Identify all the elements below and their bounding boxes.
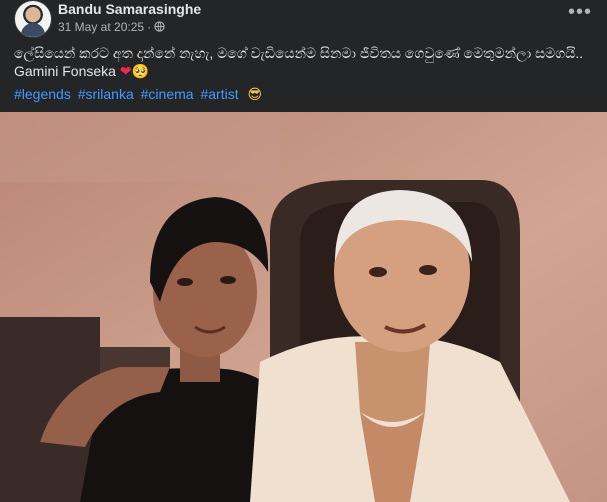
meta-separator: · bbox=[147, 20, 152, 34]
post-meta: 31 May at 20:25 · bbox=[58, 20, 165, 34]
photo-illustration bbox=[0, 112, 607, 502]
sunglasses-icon: 😎 bbox=[247, 86, 263, 102]
author-name[interactable]: Bandu Samarasinghe bbox=[58, 1, 201, 17]
post-photo[interactable] bbox=[0, 112, 607, 502]
post-caption: ලේසියෙන් කරට අත දාන්නේ නැහැ, මගේ වැඩියෙන… bbox=[14, 44, 594, 80]
post-header: Bandu Samarasinghe 31 May at 20:25 · ••• bbox=[14, 0, 594, 40]
pleading-face-icon: 🥺 bbox=[131, 63, 149, 79]
author-avatar[interactable] bbox=[14, 0, 52, 38]
more-options-button[interactable]: ••• bbox=[566, 2, 594, 26]
hashtag-legends[interactable]: #legends bbox=[14, 86, 71, 102]
post-timestamp[interactable]: 31 May at 20:25 bbox=[58, 20, 144, 34]
hashtag-row: #legends #srilanka #cinema #artist 😎 bbox=[14, 86, 262, 103]
hashtag-srilanka[interactable]: #srilanka bbox=[78, 86, 134, 102]
facebook-post: Bandu Samarasinghe 31 May at 20:25 · ••• … bbox=[0, 0, 607, 502]
caption-text: ලේසියෙන් කරට අත දාන්නේ නැහැ, මගේ වැඩියෙන… bbox=[14, 45, 584, 79]
hashtag-artist[interactable]: #artist bbox=[200, 86, 238, 102]
hashtag-cinema[interactable]: #cinema bbox=[141, 86, 194, 102]
heart-icon: ❤ bbox=[119, 63, 132, 79]
globe-icon[interactable] bbox=[154, 21, 165, 32]
